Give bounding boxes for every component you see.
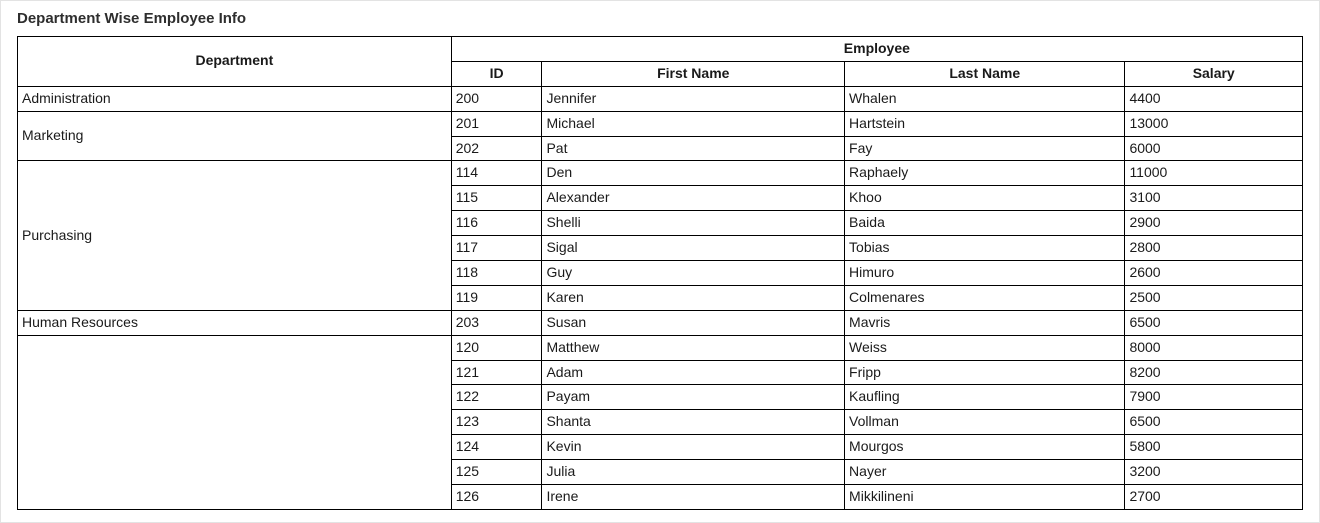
cell-salary: 3200 — [1125, 460, 1303, 485]
report-title: Department Wise Employee Info — [1, 1, 1319, 36]
table-row: Administration200JenniferWhalen4400 — [18, 86, 1303, 111]
cell-id: 201 — [451, 111, 542, 136]
col-header-employee: Employee — [451, 37, 1302, 62]
cell-last-name: Nayer — [845, 460, 1125, 485]
cell-first-name: Shelli — [542, 211, 845, 236]
cell-id: 203 — [451, 310, 542, 335]
cell-first-name: Sigal — [542, 236, 845, 261]
cell-last-name: Vollman — [845, 410, 1125, 435]
cell-department: Purchasing — [18, 161, 452, 310]
cell-first-name: Den — [542, 161, 845, 186]
cell-last-name: Weiss — [845, 335, 1125, 360]
cell-first-name: Adam — [542, 360, 845, 385]
cell-id: 202 — [451, 136, 542, 161]
cell-first-name: Kevin — [542, 435, 845, 460]
cell-salary: 3100 — [1125, 186, 1303, 211]
cell-id: 119 — [451, 285, 542, 310]
cell-salary: 8200 — [1125, 360, 1303, 385]
cell-id: 115 — [451, 186, 542, 211]
cell-id: 117 — [451, 236, 542, 261]
cell-salary: 2900 — [1125, 211, 1303, 236]
table-container: Department Employee ID First Name Last N… — [1, 36, 1319, 510]
cell-first-name: Jennifer — [542, 86, 845, 111]
cell-first-name: Alexander — [542, 186, 845, 211]
cell-salary: 2500 — [1125, 285, 1303, 310]
table-row: 120MatthewWeiss8000 — [18, 335, 1303, 360]
cell-department — [18, 335, 452, 509]
col-header-last-name: Last Name — [845, 61, 1125, 86]
cell-salary: 6500 — [1125, 410, 1303, 435]
cell-first-name: Michael — [542, 111, 845, 136]
cell-last-name: Mourgos — [845, 435, 1125, 460]
cell-salary: 11000 — [1125, 161, 1303, 186]
table-body: Administration200JenniferWhalen4400Marke… — [18, 86, 1303, 509]
cell-last-name: Mikkilineni — [845, 485, 1125, 510]
cell-first-name: Julia — [542, 460, 845, 485]
col-header-department: Department — [18, 37, 452, 87]
cell-first-name: Shanta — [542, 410, 845, 435]
col-header-first-name: First Name — [542, 61, 845, 86]
table-row: Marketing201MichaelHartstein13000 — [18, 111, 1303, 136]
cell-department: Marketing — [18, 111, 452, 161]
report-region: Department Wise Employee Info Department… — [0, 0, 1320, 523]
cell-salary: 6000 — [1125, 136, 1303, 161]
cell-first-name: Payam — [542, 385, 845, 410]
cell-last-name: Fripp — [845, 360, 1125, 385]
cell-last-name: Himuro — [845, 261, 1125, 286]
cell-salary: 4400 — [1125, 86, 1303, 111]
employee-table: Department Employee ID First Name Last N… — [17, 36, 1303, 510]
cell-last-name: Fay — [845, 136, 1125, 161]
cell-id: 125 — [451, 460, 542, 485]
cell-id: 200 — [451, 86, 542, 111]
cell-last-name: Hartstein — [845, 111, 1125, 136]
cell-last-name: Whalen — [845, 86, 1125, 111]
table-row: Purchasing114DenRaphaely11000 — [18, 161, 1303, 186]
cell-id: 122 — [451, 385, 542, 410]
cell-id: 121 — [451, 360, 542, 385]
cell-first-name: Susan — [542, 310, 845, 335]
cell-id: 114 — [451, 161, 542, 186]
cell-id: 126 — [451, 485, 542, 510]
cell-last-name: Kaufling — [845, 385, 1125, 410]
cell-salary: 13000 — [1125, 111, 1303, 136]
cell-salary: 2700 — [1125, 485, 1303, 510]
cell-salary: 8000 — [1125, 335, 1303, 360]
cell-first-name: Guy — [542, 261, 845, 286]
cell-first-name: Irene — [542, 485, 845, 510]
cell-salary: 2800 — [1125, 236, 1303, 261]
cell-id: 123 — [451, 410, 542, 435]
cell-last-name: Tobias — [845, 236, 1125, 261]
table-row: Human Resources203SusanMavris6500 — [18, 310, 1303, 335]
col-header-salary: Salary — [1125, 61, 1303, 86]
cell-last-name: Baida — [845, 211, 1125, 236]
cell-id: 120 — [451, 335, 542, 360]
col-header-id: ID — [451, 61, 542, 86]
cell-salary: 7900 — [1125, 385, 1303, 410]
cell-first-name: Pat — [542, 136, 845, 161]
cell-last-name: Mavris — [845, 310, 1125, 335]
cell-department: Human Resources — [18, 310, 452, 335]
cell-id: 116 — [451, 211, 542, 236]
cell-last-name: Raphaely — [845, 161, 1125, 186]
cell-salary: 2600 — [1125, 261, 1303, 286]
cell-last-name: Khoo — [845, 186, 1125, 211]
cell-first-name: Karen — [542, 285, 845, 310]
cell-first-name: Matthew — [542, 335, 845, 360]
cell-salary: 5800 — [1125, 435, 1303, 460]
cell-last-name: Colmenares — [845, 285, 1125, 310]
cell-id: 124 — [451, 435, 542, 460]
cell-id: 118 — [451, 261, 542, 286]
cell-department: Administration — [18, 86, 452, 111]
cell-salary: 6500 — [1125, 310, 1303, 335]
